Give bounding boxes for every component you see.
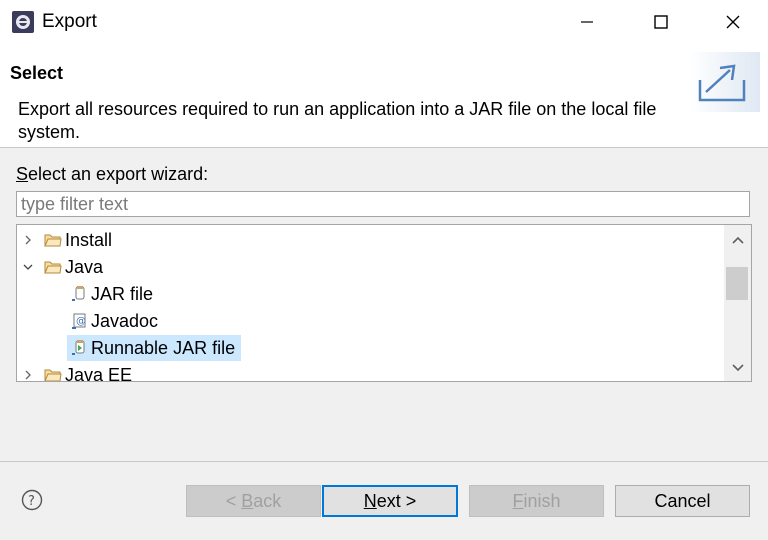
svg-text:?: ? [28, 494, 35, 509]
tree-item-label: Java EE [65, 364, 133, 382]
maximize-button[interactable] [638, 0, 684, 44]
javadoc-icon: @ [69, 311, 89, 331]
scroll-thumb[interactable] [726, 267, 748, 300]
export-wizard-label: Select an export wizard: [16, 164, 209, 184]
finish-button[interactable]: Finish [469, 485, 604, 517]
cancel-button[interactable]: Cancel [615, 485, 750, 517]
folder-icon [43, 365, 63, 381]
tree-item-label: Runnable JAR file [91, 337, 236, 358]
filter-input[interactable] [16, 191, 750, 217]
minimize-button[interactable] [564, 0, 610, 44]
page-title: Select [10, 63, 64, 83]
chevron-up-icon [731, 236, 744, 244]
title-bar: Export [0, 0, 768, 45]
tree-item-install[interactable]: Install [21, 227, 112, 253]
tree-item-jar-file[interactable]: JAR file [69, 281, 153, 307]
tree-item-label: JAR file [91, 283, 154, 304]
window-title: Export [42, 11, 97, 32]
help-icon: ? [21, 489, 43, 511]
wizard-tree[interactable]: Install Java JAR file @ Javadoc Runnable… [16, 224, 752, 382]
chevron-right-icon[interactable] [21, 233, 35, 248]
maximize-icon [654, 15, 668, 29]
wizard-header: Select Export all resources required to … [0, 44, 768, 148]
eclipse-icon [12, 11, 34, 33]
chevron-down-icon [731, 364, 744, 372]
next-button[interactable]: Next > [322, 485, 458, 517]
chevron-right-icon[interactable] [21, 368, 35, 382]
folder-icon [43, 230, 63, 250]
footer-divider [0, 461, 768, 462]
tree-item-label: Java [65, 256, 104, 277]
tree-scrollbar[interactable] [724, 225, 751, 381]
jar-file-icon [69, 284, 89, 304]
tree-item-java-ee[interactable]: Java EE [21, 362, 133, 382]
page-description: Export all resources required to run an … [18, 99, 657, 142]
folder-open-icon [43, 257, 63, 277]
tree-item-label: Install [65, 229, 113, 250]
help-button[interactable]: ? [21, 489, 43, 511]
close-icon [726, 15, 740, 29]
close-button[interactable] [710, 0, 756, 44]
tree-item-label: Javadoc [91, 310, 159, 331]
scroll-down-button[interactable] [724, 355, 751, 381]
scroll-up-button[interactable] [724, 227, 751, 253]
export-banner-icon [690, 52, 760, 112]
svg-text:@: @ [76, 316, 86, 327]
tree-item-javadoc[interactable]: @ Javadoc [69, 308, 158, 334]
back-button[interactable]: < Back [186, 485, 321, 517]
minimize-icon [581, 21, 593, 23]
tree-item-java[interactable]: Java [21, 254, 103, 280]
chevron-down-icon[interactable] [21, 260, 35, 275]
runnable-jar-icon [69, 338, 89, 358]
tree-item-runnable-jar-file[interactable]: Runnable JAR file [67, 335, 242, 361]
